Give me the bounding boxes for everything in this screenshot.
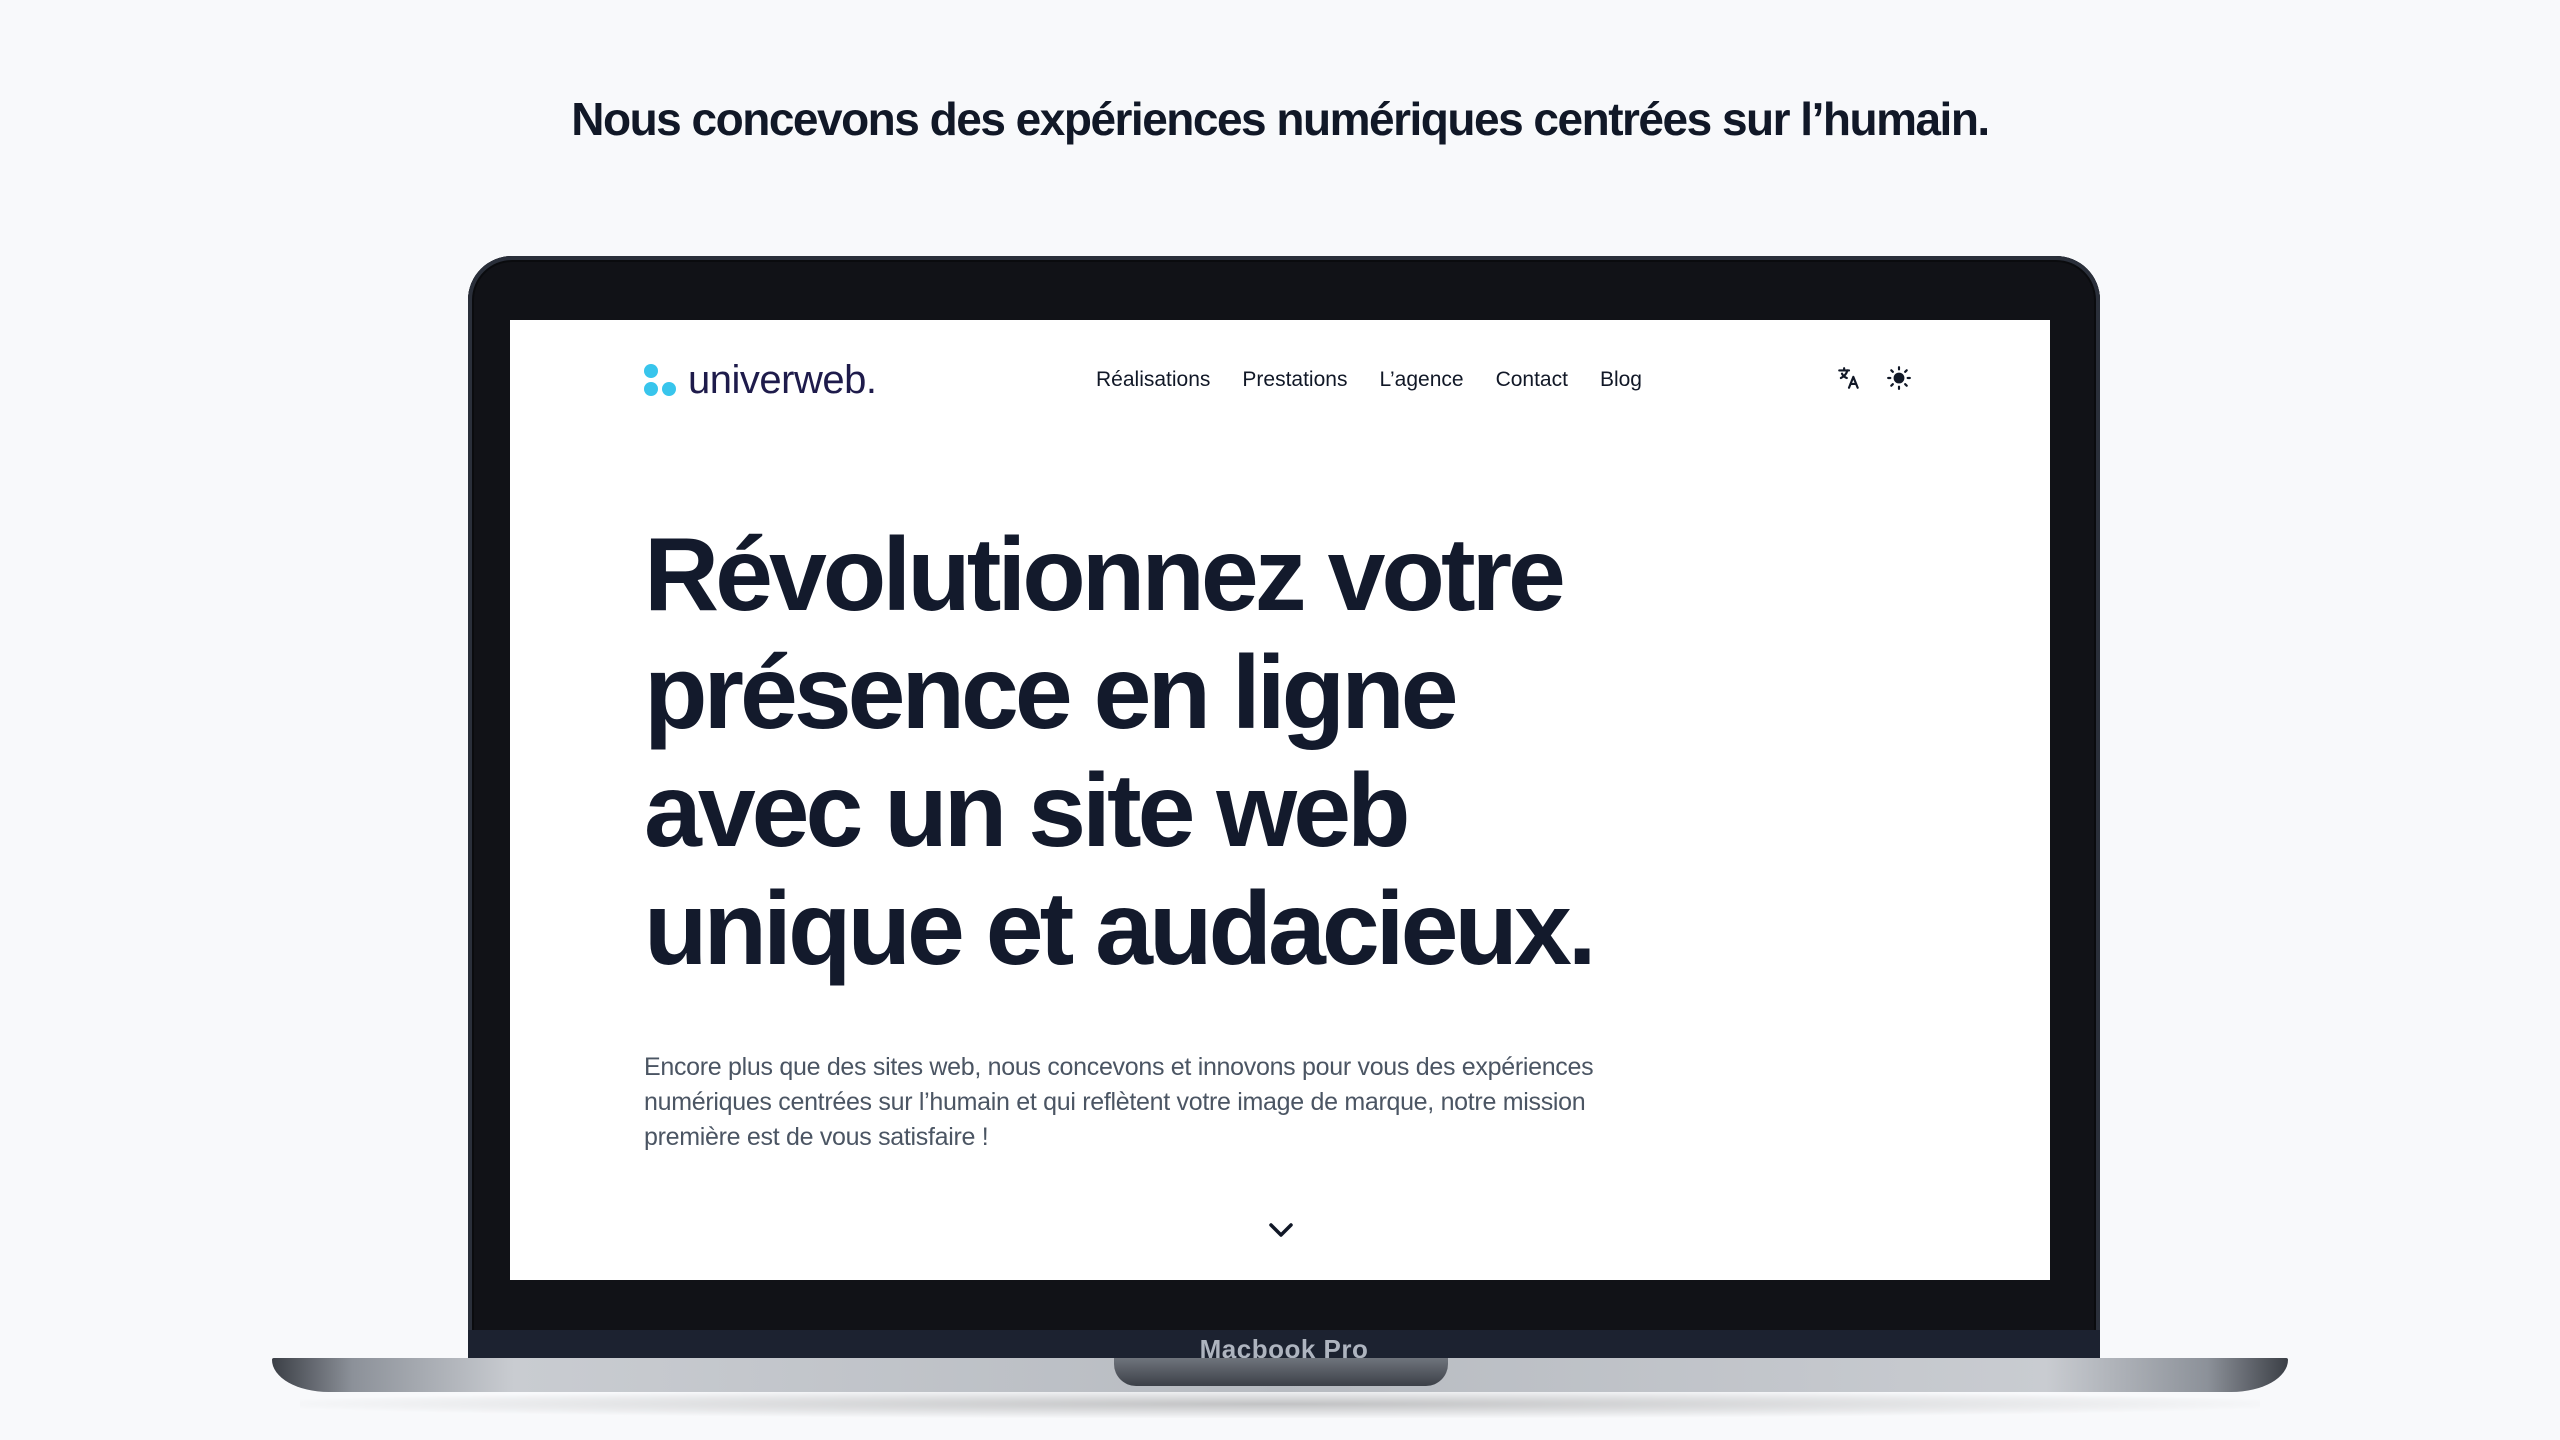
page-tagline: Nous concevons des expériences numérique… — [571, 93, 1990, 145]
laptop-screen: univerweb. Réalisations Prestations L’ag… — [510, 320, 2050, 1280]
hero-title: Révolutionnez votre présence en ligne av… — [644, 516, 1744, 988]
nav-item-blog[interactable]: Blog — [1600, 366, 1642, 394]
logo-dots-icon — [644, 362, 678, 398]
hero-title-line: présence en ligne — [644, 635, 1459, 751]
sun-icon[interactable] — [1886, 362, 1912, 394]
nav-item-contact[interactable]: Contact — [1496, 366, 1568, 394]
nav-item-prestations[interactable]: Prestations — [1242, 366, 1347, 394]
chevron-down-icon[interactable] — [1266, 1220, 1296, 1240]
header-actions — [1836, 362, 1912, 394]
logo-text: univerweb. — [688, 357, 877, 402]
site-logo[interactable]: univerweb. — [644, 357, 877, 402]
main-nav: Réalisations Prestations L’agence Contac… — [1096, 366, 1674, 394]
laptop-notch — [1114, 1358, 1448, 1386]
nav-item-realisations[interactable]: Réalisations — [1096, 366, 1210, 394]
nav-item-agence[interactable]: L’agence — [1379, 366, 1463, 394]
laptop-shadow — [300, 1390, 2260, 1418]
hero-title-line: Révolutionnez votre — [644, 517, 1566, 633]
hero-description: Encore plus que des sites web, nous conc… — [644, 1053, 1594, 1151]
translate-icon[interactable] — [1836, 362, 1862, 394]
hero-title-line: unique et audacieux. — [644, 871, 1597, 987]
hero-title-line: avec un site web — [644, 753, 1411, 869]
site-header: univerweb. Réalisations Prestations L’ag… — [510, 320, 2050, 440]
